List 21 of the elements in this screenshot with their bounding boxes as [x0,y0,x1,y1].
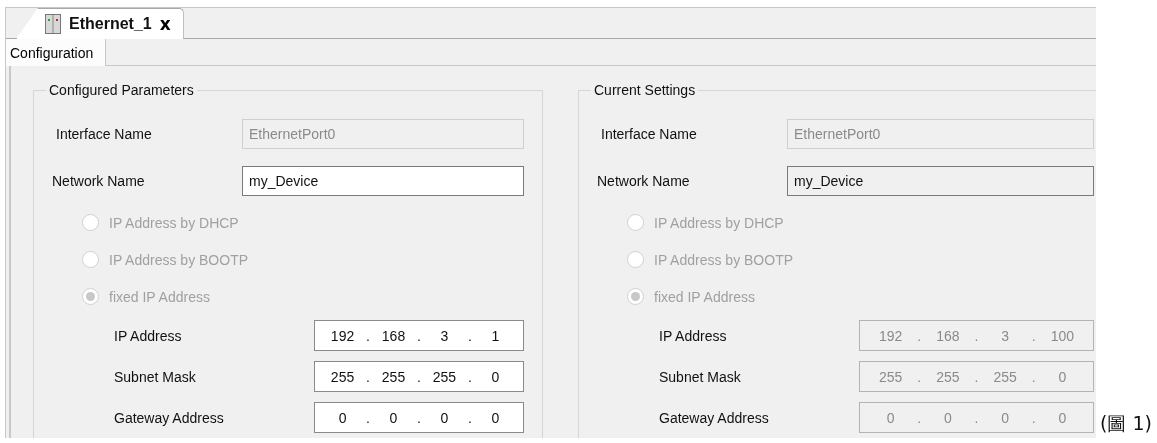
ip-address-field[interactable]: 192 . 168 . 3 . 1 [314,320,524,351]
field-label: Network Name [52,172,146,189]
editor-tab[interactable]: Ethernet_1 x [16,8,184,39]
field-label: Interface Name [55,125,153,142]
close-button[interactable]: x [159,14,171,34]
ip-address-field[interactable]: 255 . 255 . 255 . 0 [314,361,524,392]
network-name-field[interactable]: my_Device [242,165,524,196]
field-label: IP Address [113,327,183,344]
figure-caption: (圖 1) [1100,411,1152,436]
field-label: Subnet Mask [113,368,197,385]
field-label: Network Name [597,172,691,189]
field-label: Gateway Address [113,409,225,426]
configuration-tab[interactable]: Configuration [6,39,107,66]
field-label: Subnet Mask [658,368,742,385]
field-label: Interface Name [600,125,698,142]
ip-address-field[interactable]: 0 . 0 . 0 . 0 [314,402,524,433]
field-label: Gateway Address [658,409,770,426]
group-title: Current Settings [593,82,697,98]
field-label: IP Address [658,327,728,344]
group-title: Configured Parameters [48,82,195,98]
device-icon [45,14,61,34]
